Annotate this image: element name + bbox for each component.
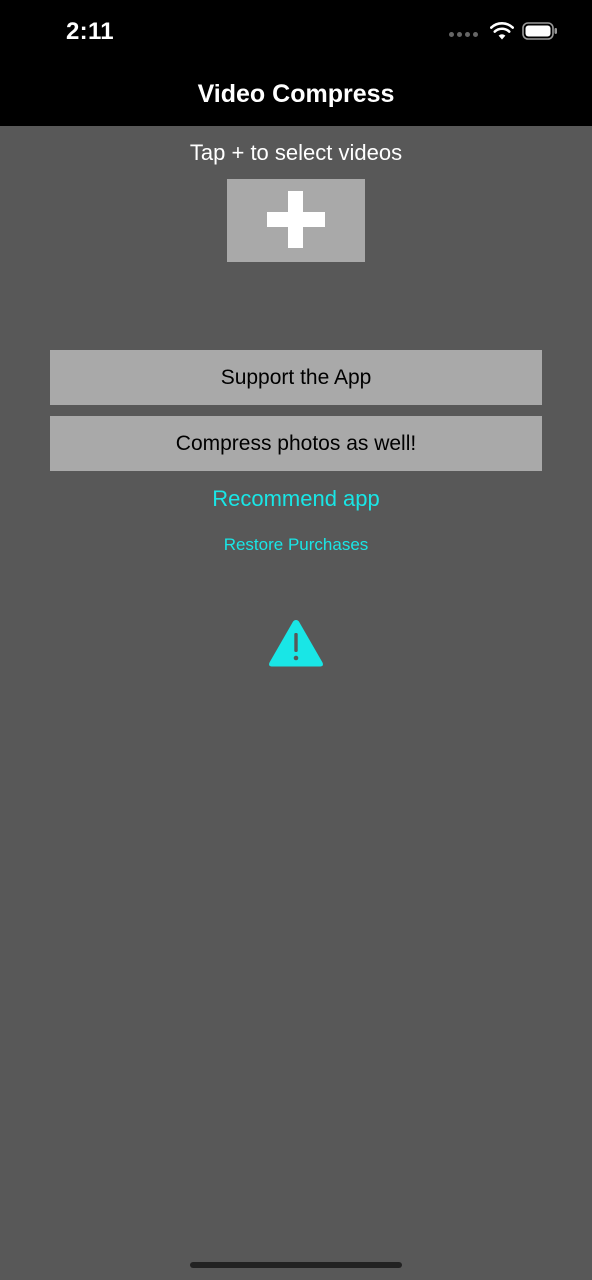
status-time: 2:11	[66, 18, 114, 45]
compress-photos-button[interactable]: Compress photos as well!	[50, 416, 542, 471]
status-icons	[449, 22, 558, 40]
support-app-button[interactable]: Support the App	[50, 350, 542, 405]
recommend-app-link[interactable]: Recommend app	[0, 486, 592, 512]
navigation-bar: Video Compress	[0, 66, 592, 126]
page-title: Video Compress	[197, 80, 395, 108]
status-bar: 2:11	[0, 0, 592, 66]
wifi-icon	[490, 22, 514, 40]
warning-triangle-icon[interactable]	[267, 617, 325, 669]
restore-purchases-link[interactable]: Restore Purchases	[0, 535, 592, 555]
select-videos-instruction: Tap + to select videos	[189, 140, 403, 165]
signal-dots-icon	[449, 31, 478, 37]
battery-icon	[522, 22, 557, 40]
add-videos-button[interactable]	[227, 179, 365, 262]
home-indicator[interactable]	[190, 1262, 402, 1268]
